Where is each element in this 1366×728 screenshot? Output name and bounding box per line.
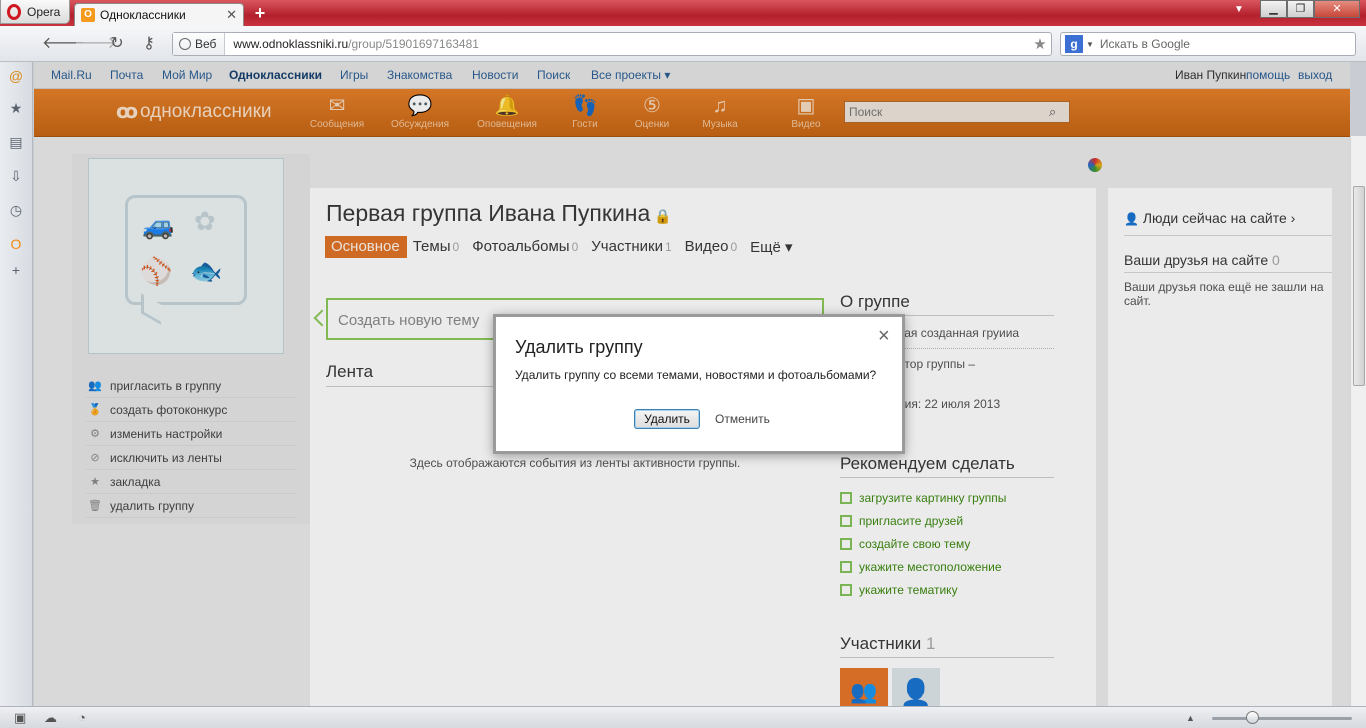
mail-icon[interactable]: @ bbox=[8, 68, 24, 84]
search-placeholder: Искать в Google bbox=[1099, 37, 1190, 51]
address-prefix-badge[interactable]: Веб bbox=[173, 33, 226, 55]
downloads-icon[interactable]: ⇩ bbox=[8, 168, 24, 184]
window-titlebar: Opera О Одноклассники ✕ + ▼ ▁ ❐ ✕ bbox=[0, 0, 1366, 26]
new-tab-button[interactable]: + bbox=[250, 4, 270, 22]
address-url[interactable]: www.odnoklassniki.ru/group/5190169716348… bbox=[225, 37, 1029, 51]
opera-unite-icon[interactable]: ☁ bbox=[44, 710, 57, 726]
google-icon[interactable]: g bbox=[1065, 35, 1083, 53]
browser-search-field[interactable]: g ▼ Искать в Google bbox=[1060, 32, 1356, 56]
tab-close-icon[interactable]: ✕ bbox=[226, 7, 237, 23]
confirm-delete-button[interactable]: Удалить bbox=[634, 409, 700, 429]
key-icon[interactable]: ⚷ bbox=[138, 34, 160, 54]
browser-side-panel: @ ★ ▤ ⇩ ◷ О + bbox=[0, 62, 33, 706]
panels-toggle-icon[interactable]: ▣ bbox=[14, 710, 26, 726]
window-close-button[interactable]: ✕ bbox=[1314, 0, 1360, 18]
tab-list-chevron-icon[interactable]: ▼ bbox=[1234, 4, 1244, 15]
notes-icon[interactable]: ▤ bbox=[8, 134, 24, 150]
dialog-title: Удалить группу bbox=[515, 337, 643, 357]
address-prefix: Веб bbox=[195, 37, 217, 51]
zoom-slider-knob[interactable] bbox=[1246, 711, 1259, 724]
zoom-slider[interactable] bbox=[1212, 717, 1352, 720]
minimize-button[interactable]: ▁ bbox=[1260, 0, 1287, 18]
back-arrow-icon[interactable]: 🡐 bbox=[42, 34, 85, 54]
delete-group-dialog: Удалить группу × Удалить группу со всеми… bbox=[493, 314, 905, 454]
scrollbar-thumb[interactable] bbox=[1353, 186, 1365, 386]
tab-title: Одноклассники bbox=[100, 8, 186, 22]
history-icon[interactable]: ◷ bbox=[8, 202, 24, 218]
forward-arrow-icon[interactable]: 🡒 bbox=[74, 34, 117, 54]
globe-icon bbox=[179, 38, 191, 50]
ok-favicon-icon: О bbox=[81, 8, 95, 22]
bookmark-star-icon[interactable]: ★ bbox=[1029, 35, 1051, 53]
add-panel-icon[interactable]: + bbox=[8, 262, 24, 278]
page-scrollbar[interactable] bbox=[1350, 136, 1366, 706]
browser-tab-active[interactable]: О Одноклассники ✕ bbox=[74, 3, 244, 26]
maximize-button[interactable]: ❐ bbox=[1287, 0, 1314, 18]
reload-icon[interactable]: ↻ bbox=[106, 34, 128, 54]
browser-toolbar: 🡐 🡒 ↻ ⚷ Веб www.odnoklassniki.ru/group/5… bbox=[0, 26, 1366, 62]
search-engine-dropdown-icon[interactable]: ▼ bbox=[1086, 40, 1094, 49]
address-path: /group/51901697163481 bbox=[348, 37, 479, 51]
dialog-close-icon[interactable]: × bbox=[878, 325, 890, 348]
dialog-text: Удалить группу со всеми темами, новостям… bbox=[515, 368, 877, 382]
ok-panel-icon[interactable]: О bbox=[8, 236, 24, 252]
zoom-up-icon[interactable]: ▲ bbox=[1186, 713, 1195, 723]
browser-statusbar: ▣ ☁ ◔ ▲ bbox=[0, 706, 1366, 728]
turbo-icon[interactable]: ◔ bbox=[78, 710, 86, 725]
opera-menu-button[interactable]: Opera bbox=[0, 0, 70, 24]
opera-menu-label: Opera bbox=[27, 4, 61, 19]
bookmarks-icon[interactable]: ★ bbox=[8, 100, 24, 116]
cancel-link[interactable]: Отменить bbox=[715, 412, 770, 426]
address-bar[interactable]: Веб www.odnoklassniki.ru/group/519016971… bbox=[172, 32, 1052, 56]
opera-logo-icon bbox=[7, 3, 21, 20]
address-host: www.odnoklassniki.ru bbox=[233, 37, 349, 51]
